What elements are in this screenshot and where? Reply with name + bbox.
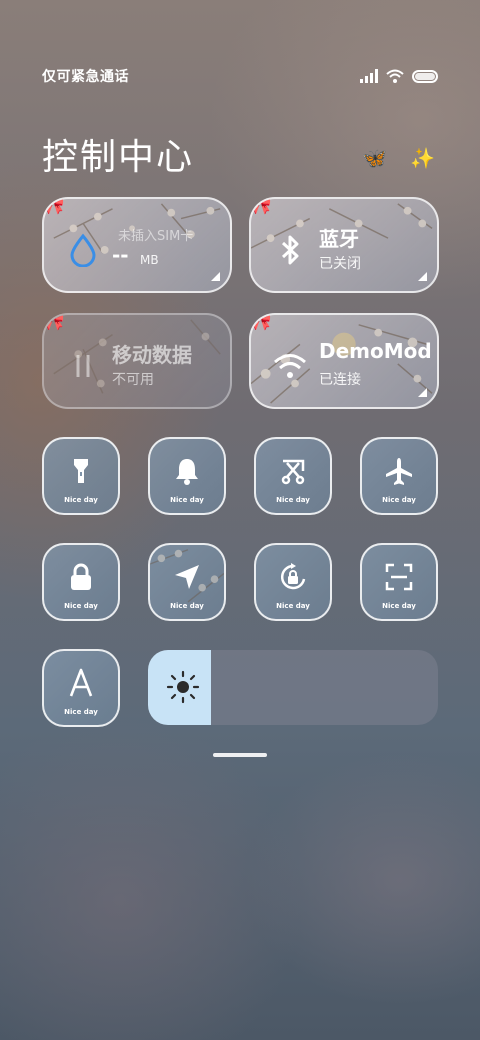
expand-corner-icon[interactable] — [418, 272, 427, 281]
mobile-data-tile[interactable]: 🎀 移动数据 不可用 — [42, 313, 232, 409]
bow-decoration: 🎀 — [249, 197, 272, 216]
wifi-icon — [274, 354, 306, 378]
toggle-caption: Nice day — [276, 496, 310, 504]
data-usage-tile[interactable]: 🎀 未插入SIM卡 -- MB — [42, 197, 232, 293]
wifi-tile[interactable]: 🎀 DemoMod 已连接 — [249, 313, 439, 409]
brightness-slider[interactable] — [148, 650, 438, 725]
page-title: 控制中心 — [42, 137, 195, 178]
wifi-network-name: DemoMod — [319, 339, 432, 363]
water-drop-icon — [70, 233, 96, 267]
font-toggle[interactable]: Nice day — [42, 649, 120, 727]
data-usage-value: -- — [112, 243, 129, 267]
data-usage-unit: MB — [140, 253, 159, 267]
wifi-status: 已连接 — [319, 372, 361, 388]
carrier-text: 仅可紧急通话 — [42, 69, 129, 85]
battery-icon — [412, 69, 438, 83]
bluetooth-tile[interactable]: 🎀 蓝牙 已关闭 — [249, 197, 439, 293]
lock-toggle[interactable]: Nice day — [42, 543, 120, 621]
flashlight-toggle[interactable]: Nice day — [42, 437, 120, 515]
toggle-caption: Nice day — [382, 496, 416, 504]
toggle-caption: Nice day — [276, 602, 310, 610]
ring-toggle[interactable]: Nice day — [148, 437, 226, 515]
expand-corner-icon[interactable] — [211, 272, 220, 281]
bow-decoration: 🎀 — [249, 313, 272, 332]
screenshot-toggle[interactable]: Nice day — [254, 437, 332, 515]
toggle-caption: Nice day — [170, 602, 204, 610]
sparkles-icon: ✨ — [410, 146, 435, 170]
status-bar: 仅可紧急通话 — [42, 66, 438, 86]
toggle-caption: Nice day — [64, 602, 98, 610]
rotation-lock-toggle[interactable]: Nice day — [254, 543, 332, 621]
mobile-data-label: 移动数据 — [112, 343, 192, 367]
mobile-data-icon — [76, 355, 90, 377]
bluetooth-label: 蓝牙 — [319, 227, 359, 251]
location-toggle[interactable]: Nice day — [148, 543, 226, 621]
font-icon — [69, 668, 93, 697]
lock-icon — [71, 563, 91, 590]
airplane-icon — [386, 458, 412, 485]
mobile-data-status: 不可用 — [112, 372, 154, 388]
toggle-caption: Nice day — [382, 602, 416, 610]
bluetooth-icon — [281, 235, 299, 265]
toggle-caption: Nice day — [170, 496, 204, 504]
toggle-caption: Nice day — [64, 708, 98, 716]
scan-toggle[interactable]: Nice day — [360, 543, 438, 621]
location-icon — [175, 565, 199, 589]
wifi-icon — [386, 69, 404, 83]
sim-status-text: 未插入SIM卡 — [118, 229, 194, 244]
status-icons — [360, 69, 438, 83]
bow-decoration: 🎀 — [42, 197, 65, 216]
expand-corner-icon[interactable] — [418, 388, 427, 397]
screenshot-icon — [281, 459, 305, 485]
sun-icon — [166, 670, 200, 704]
flashlight-icon — [74, 459, 88, 483]
bluetooth-status: 已关闭 — [319, 256, 361, 272]
drag-handle[interactable] — [213, 753, 267, 757]
toggle-caption: Nice day — [64, 496, 98, 504]
rotation-lock-icon — [280, 563, 306, 590]
scan-icon — [385, 563, 413, 591]
signal-icon — [360, 69, 378, 83]
bell-icon — [176, 459, 198, 485]
butterfly-icon: 🦋 — [362, 146, 387, 170]
bow-decoration: 🎀 — [42, 313, 65, 332]
airplane-toggle[interactable]: Nice day — [360, 437, 438, 515]
